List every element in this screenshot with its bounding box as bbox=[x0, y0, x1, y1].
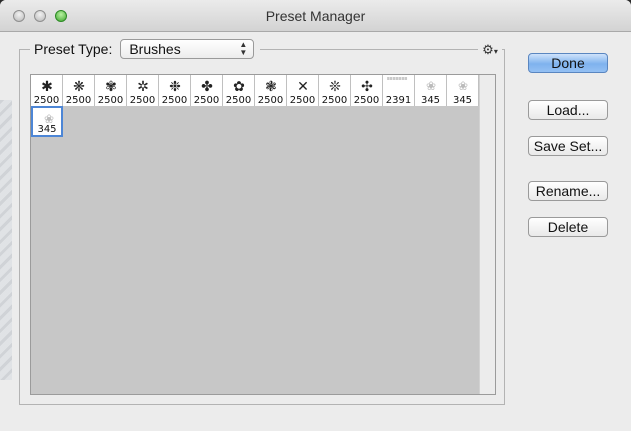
brush-preview-icon: ✲ bbox=[137, 78, 149, 94]
brush-size-label: 2500 bbox=[65, 95, 92, 106]
brush-size-label: 2500 bbox=[129, 95, 156, 106]
brush-size-label: 2391 bbox=[385, 95, 412, 106]
preset-type-value: Brushes bbox=[129, 41, 181, 57]
brush-size-label: 2500 bbox=[193, 95, 220, 106]
preset-thumbnail[interactable]: ❀ 345 bbox=[415, 75, 447, 106]
preset-thumbnail[interactable]: ✕ 2500 bbox=[287, 75, 319, 106]
delete-button[interactable]: Delete bbox=[528, 217, 608, 237]
preset-thumbnail[interactable]: ❋ 2500 bbox=[63, 75, 95, 106]
preset-thumbnail[interactable]: ✲ 2500 bbox=[127, 75, 159, 106]
brush-size-label: 345 bbox=[452, 95, 473, 106]
brush-preview-icon: ❉ bbox=[169, 78, 181, 94]
preset-thumbnail[interactable]: ✱ 2500 bbox=[31, 75, 63, 106]
brush-preview-icon: ❃ bbox=[265, 78, 277, 94]
brush-preview-icon: ❀ bbox=[425, 79, 437, 93]
background-window-edge bbox=[0, 100, 12, 380]
brush-size-label: 2500 bbox=[289, 95, 316, 106]
brush-size-label: 2500 bbox=[33, 95, 60, 106]
brush-size-label: 2500 bbox=[257, 95, 284, 106]
preset-thumbnail[interactable]: ✾ 2500 bbox=[95, 75, 127, 106]
preset-thumbnail[interactable]: ✣ 2500 bbox=[351, 75, 383, 106]
brush-size-label: 2500 bbox=[161, 95, 188, 106]
brush-preview-icon: ✤ bbox=[201, 78, 213, 94]
preset-thumbnail[interactable]: ❀ 345 bbox=[31, 106, 63, 137]
preset-type-select[interactable]: Brushes ▲ ▼ bbox=[120, 39, 255, 59]
brush-preview-icon: ❊ bbox=[329, 78, 341, 94]
brush-size-label: 2500 bbox=[353, 95, 380, 106]
done-button[interactable]: Done bbox=[528, 53, 608, 73]
brush-preview-icon: ✣ bbox=[361, 78, 373, 94]
preset-thumbnail[interactable]: ✤ 2500 bbox=[191, 75, 223, 106]
brush-preview-icon: ✕ bbox=[297, 78, 309, 94]
brush-size-label: 2500 bbox=[97, 95, 124, 106]
rename-button[interactable]: Rename... bbox=[528, 181, 608, 201]
brush-size-label: 2500 bbox=[321, 95, 348, 106]
window-title: Preset Manager bbox=[265, 8, 366, 24]
save-set-button[interactable]: Save Set... bbox=[528, 136, 608, 156]
grid-scrollbar[interactable] bbox=[479, 75, 495, 394]
preset-type-row: Preset Type: Brushes ▲ ▼ bbox=[30, 38, 261, 60]
preset-thumbnail[interactable]: ✿ 2500 bbox=[223, 75, 255, 106]
preset-thumbnail[interactable]: ❉ 2500 bbox=[159, 75, 191, 106]
title-bar: Preset Manager bbox=[0, 0, 631, 32]
preset-thumbnail[interactable]: ❀ 345 bbox=[447, 75, 479, 106]
select-arrows-icon: ▲ ▼ bbox=[239, 40, 248, 57]
gear-icon[interactable]: ⚙▾ bbox=[478, 42, 502, 58]
brush-size-label: 345 bbox=[420, 95, 441, 106]
preset-manager-window: Preset Manager Preset Type: Brushes ▲ ▼ ⚙… bbox=[0, 0, 631, 431]
brush-preview-icon: ✿ bbox=[233, 78, 245, 94]
preset-thumbnail[interactable]: ≡≡≡≡≡≡≡ 2391 bbox=[383, 75, 415, 106]
brush-preview-icon: ❋ bbox=[73, 78, 85, 94]
preset-type-label: Preset Type: bbox=[34, 41, 113, 57]
brush-preview-icon: ❀ bbox=[457, 79, 469, 93]
preset-grid[interactable]: ✱ 2500 ❋ 2500 ✾ 2500 ✲ 2500 ❉ 2500 ✤ 2500 ✿ 2500 ❃ 2500… bbox=[30, 74, 496, 395]
preset-thumbnail[interactable]: ❊ 2500 bbox=[319, 75, 351, 106]
brush-preview-icon: ✱ bbox=[41, 78, 53, 94]
load-button[interactable]: Load... bbox=[528, 100, 608, 120]
preset-thumbnail[interactable]: ❃ 2500 bbox=[255, 75, 287, 106]
brush-preview-icon: ✾ bbox=[105, 78, 117, 94]
brush-size-label: 2500 bbox=[225, 95, 252, 106]
brush-size-label: 345 bbox=[37, 124, 57, 135]
brush-preview-icon: ≡≡≡≡≡≡≡ bbox=[387, 77, 408, 82]
